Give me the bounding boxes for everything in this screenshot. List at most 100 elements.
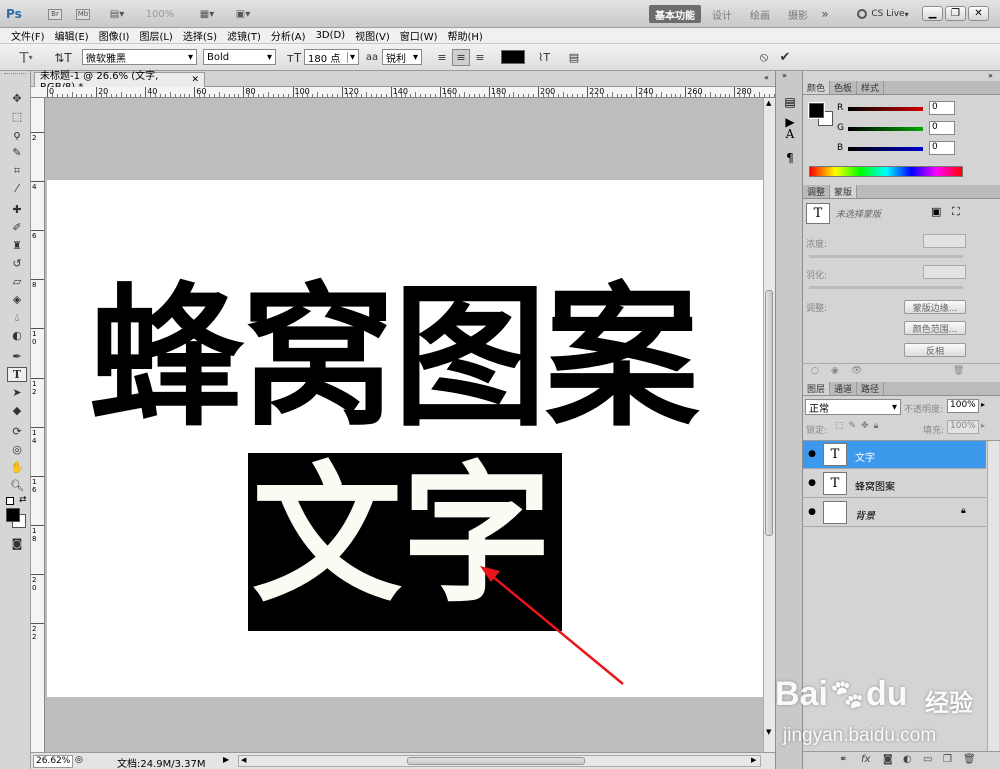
antialias-select[interactable]: 锐利 ▾: [382, 49, 422, 65]
workspace-painting[interactable]: 绘画: [744, 5, 776, 23]
menu-view[interactable]: 视图(V): [350, 28, 395, 43]
history-brush-tool-icon[interactable]: ↺: [7, 256, 27, 271]
foreground-color-swatch[interactable]: [6, 508, 20, 522]
tool-preset-picker[interactable]: T ▾: [12, 49, 40, 67]
channel-r-value[interactable]: 0: [929, 101, 955, 115]
color-fg-swatch[interactable]: [808, 102, 825, 119]
zoom-level-combo[interactable]: 100%: [140, 5, 180, 23]
tab-swatches[interactable]: 色板: [830, 81, 858, 94]
menu-window[interactable]: 窗口(W): [395, 28, 443, 43]
font-style-select[interactable]: Bold ▾: [203, 49, 276, 65]
density-slider[interactable]: [809, 255, 963, 258]
zoom-tool-icon[interactable]: 🔍︎: [7, 478, 27, 493]
scroll-down-icon[interactable]: ▼: [766, 728, 771, 736]
layer-row[interactable]: ● T 蜂窝图案: [803, 470, 986, 498]
default-colors-icon[interactable]: [6, 497, 14, 505]
more-workspaces-icon[interactable]: »: [817, 5, 833, 23]
tab-layers[interactable]: 图层: [803, 382, 831, 395]
font-size-select[interactable]: 180 点 ▾: [304, 49, 359, 65]
vertical-scrollbar[interactable]: ▲ ▼: [763, 98, 775, 752]
workspace-photography[interactable]: 摄影: [782, 5, 814, 23]
workspace-design[interactable]: 设计: [706, 5, 738, 23]
3d-rotate-tool-icon[interactable]: ⟳: [7, 424, 27, 439]
tab-adjustments[interactable]: 调整: [803, 185, 831, 198]
arrange-documents-icon[interactable]: ▦▾: [193, 5, 221, 23]
opacity-arrow-icon[interactable]: ▸: [981, 400, 985, 409]
eye-icon[interactable]: ●: [805, 447, 819, 461]
status-menu-icon[interactable]: ▶: [223, 755, 229, 764]
gradient-tool-icon[interactable]: ◈: [7, 292, 27, 307]
font-family-select[interactable]: 微软雅黑 ▾: [82, 49, 197, 65]
lasso-tool-icon[interactable]: ϙ: [7, 127, 27, 142]
hand-tool-icon[interactable]: ✋: [7, 460, 27, 475]
layer-row[interactable]: ● 背景 🔒︎: [803, 499, 986, 527]
opacity-field[interactable]: 100%: [947, 399, 979, 413]
brush-tool-icon[interactable]: ✐: [7, 220, 27, 235]
pen-tool-icon[interactable]: ✒: [7, 349, 27, 364]
blur-tool-icon[interactable]: 💧︎: [7, 310, 27, 325]
spot-healing-tool-icon[interactable]: ✚: [7, 202, 27, 217]
quick-selection-tool-icon[interactable]: ✎: [7, 145, 27, 160]
history-panel-icon[interactable]: ▤: [782, 95, 798, 111]
quick-mask-icon[interactable]: ◙: [7, 536, 27, 551]
channel-g-slider[interactable]: [848, 127, 923, 131]
feather-field[interactable]: [923, 265, 966, 279]
mask-edge-button[interactable]: 蒙版边缘...: [904, 300, 966, 314]
path-selection-tool-icon[interactable]: ➤: [7, 385, 27, 400]
text-orientation-icon[interactable]: ⇅T: [54, 49, 72, 66]
fill-field[interactable]: 100%: [947, 420, 979, 434]
align-right-icon[interactable]: ≡: [472, 49, 488, 66]
blend-mode-select[interactable]: 正常 ▾: [805, 399, 901, 415]
menu-file[interactable]: 文件(F): [6, 28, 50, 43]
load-selection-icon[interactable]: ○: [811, 366, 819, 376]
menu-select[interactable]: 选择(S): [178, 28, 222, 43]
close-tab-icon[interactable]: ✕: [191, 75, 199, 85]
tools-grip[interactable]: [4, 73, 26, 79]
apply-mask-icon[interactable]: ◉: [831, 366, 839, 376]
document-canvas[interactable]: 蜂窝图案 文字: [47, 180, 763, 697]
channel-r-slider[interactable]: [848, 107, 923, 111]
tab-channels[interactable]: 通道: [830, 382, 858, 395]
warp-text-icon[interactable]: ⌇T: [535, 49, 553, 66]
scroll-thumb[interactable]: [765, 290, 773, 536]
menu-3d[interactable]: 3D(D): [311, 30, 351, 41]
h-scroll-thumb[interactable]: [407, 757, 585, 765]
type-tool-icon[interactable]: T: [7, 367, 27, 382]
zoom-field[interactable]: 26.62%: [33, 755, 73, 768]
channel-g-value[interactable]: 0: [929, 121, 955, 135]
cancel-edit-icon[interactable]: ⦸: [756, 49, 772, 66]
strip-collapse-icon[interactable]: »: [782, 71, 787, 80]
feather-slider[interactable]: [809, 286, 963, 289]
move-tool-icon[interactable]: ✥: [7, 91, 27, 106]
eye-icon[interactable]: ●: [805, 476, 819, 490]
menu-filter[interactable]: 滤镜(T): [222, 28, 266, 43]
screen-mode-icon[interactable]: ▣▾: [229, 5, 257, 23]
menu-layer[interactable]: 图层(L): [134, 28, 177, 43]
density-field[interactable]: [923, 234, 966, 248]
paragraph-panel-icon[interactable]: ¶: [782, 151, 798, 167]
align-left-icon[interactable]: ≡: [434, 49, 450, 66]
marquee-tool-icon[interactable]: ⬚: [7, 109, 27, 124]
minimize-button[interactable]: ▁: [922, 6, 943, 21]
panels-collapse-icon[interactable]: »: [988, 71, 993, 80]
character-panel-icon[interactable]: A: [782, 127, 798, 143]
channel-b-value[interactable]: 0: [929, 141, 955, 155]
headline-text[interactable]: 蜂窝图案: [89, 274, 699, 444]
delete-mask-icon[interactable]: 🗑︎: [953, 366, 964, 376]
text-color-swatch[interactable]: [501, 50, 525, 64]
channel-b-slider[interactable]: [848, 147, 923, 151]
cs-live-button[interactable]: CS Live ▾: [852, 5, 914, 23]
commit-edit-icon[interactable]: ✔: [777, 49, 793, 66]
horizontal-scrollbar[interactable]: ◀ ▶: [238, 755, 761, 767]
h-scroll-left-icon[interactable]: ◀: [241, 756, 246, 764]
h-scroll-right-icon[interactable]: ▶: [751, 756, 756, 764]
layer-row[interactable]: ● T 文字: [803, 441, 986, 469]
clone-stamp-tool-icon[interactable]: ♜: [7, 238, 27, 253]
menu-image[interactable]: 图像(I): [94, 28, 135, 43]
invert-button[interactable]: 反相: [904, 343, 966, 357]
3d-orbit-tool-icon[interactable]: ◎: [7, 442, 27, 457]
pixel-mask-icon[interactable]: ▣: [931, 205, 941, 218]
menu-edit[interactable]: 编辑(E): [50, 28, 94, 43]
color-range-button[interactable]: 颜色范围...: [904, 321, 966, 335]
fill-arrow-icon[interactable]: ▸: [981, 421, 985, 430]
